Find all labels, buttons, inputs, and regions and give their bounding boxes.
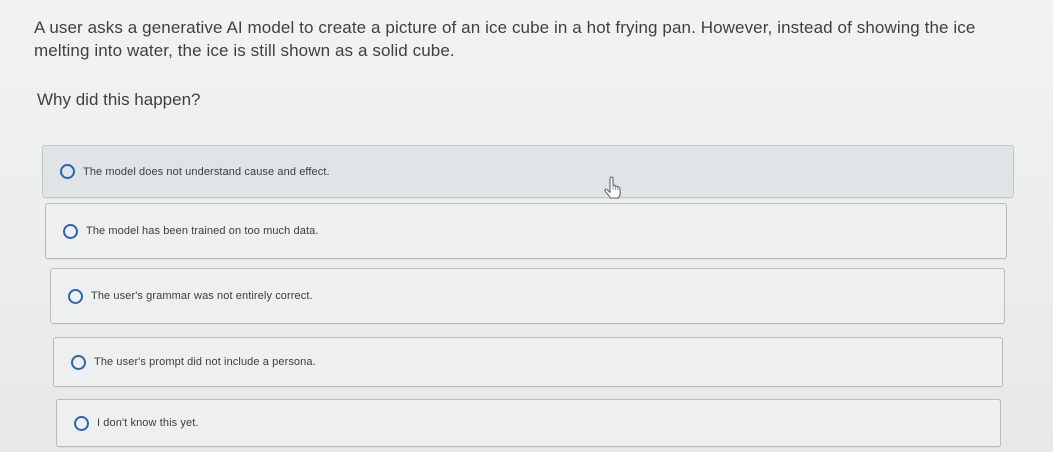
answer-option-4[interactable]: The user's prompt did not include a pers…: [53, 337, 1003, 387]
answer-option-5[interactable]: I don't know this yet.: [56, 399, 1001, 447]
answer-option-label: The model has been trained on too much d…: [86, 225, 319, 237]
answer-option-1[interactable]: The model does not understand cause and …: [42, 145, 1014, 198]
radio-icon[interactable]: [71, 354, 86, 370]
radio-icon[interactable]: [60, 164, 75, 179]
hand-pointer-icon: [604, 176, 621, 199]
answer-option-label: The model does not understand cause and …: [83, 165, 330, 178]
answer-option-label: The user's grammar was not entirely corr…: [91, 290, 313, 302]
radio-icon[interactable]: [74, 415, 89, 431]
answer-option-3[interactable]: The user's grammar was not entirely corr…: [50, 268, 1005, 324]
answer-option-2[interactable]: The model has been trained on too much d…: [45, 203, 1007, 259]
quiz-page: A user asks a generative AI model to cre…: [0, 0, 1053, 452]
question-prompt: Why did this happen?: [37, 90, 201, 109]
question-text: A user asks a generative AI model to cre…: [34, 18, 976, 60]
answer-option-label: The user's prompt did not include a pers…: [94, 356, 316, 368]
radio-icon[interactable]: [63, 223, 78, 239]
radio-icon[interactable]: [68, 288, 83, 304]
answer-option-label: I don't know this yet.: [97, 417, 199, 429]
